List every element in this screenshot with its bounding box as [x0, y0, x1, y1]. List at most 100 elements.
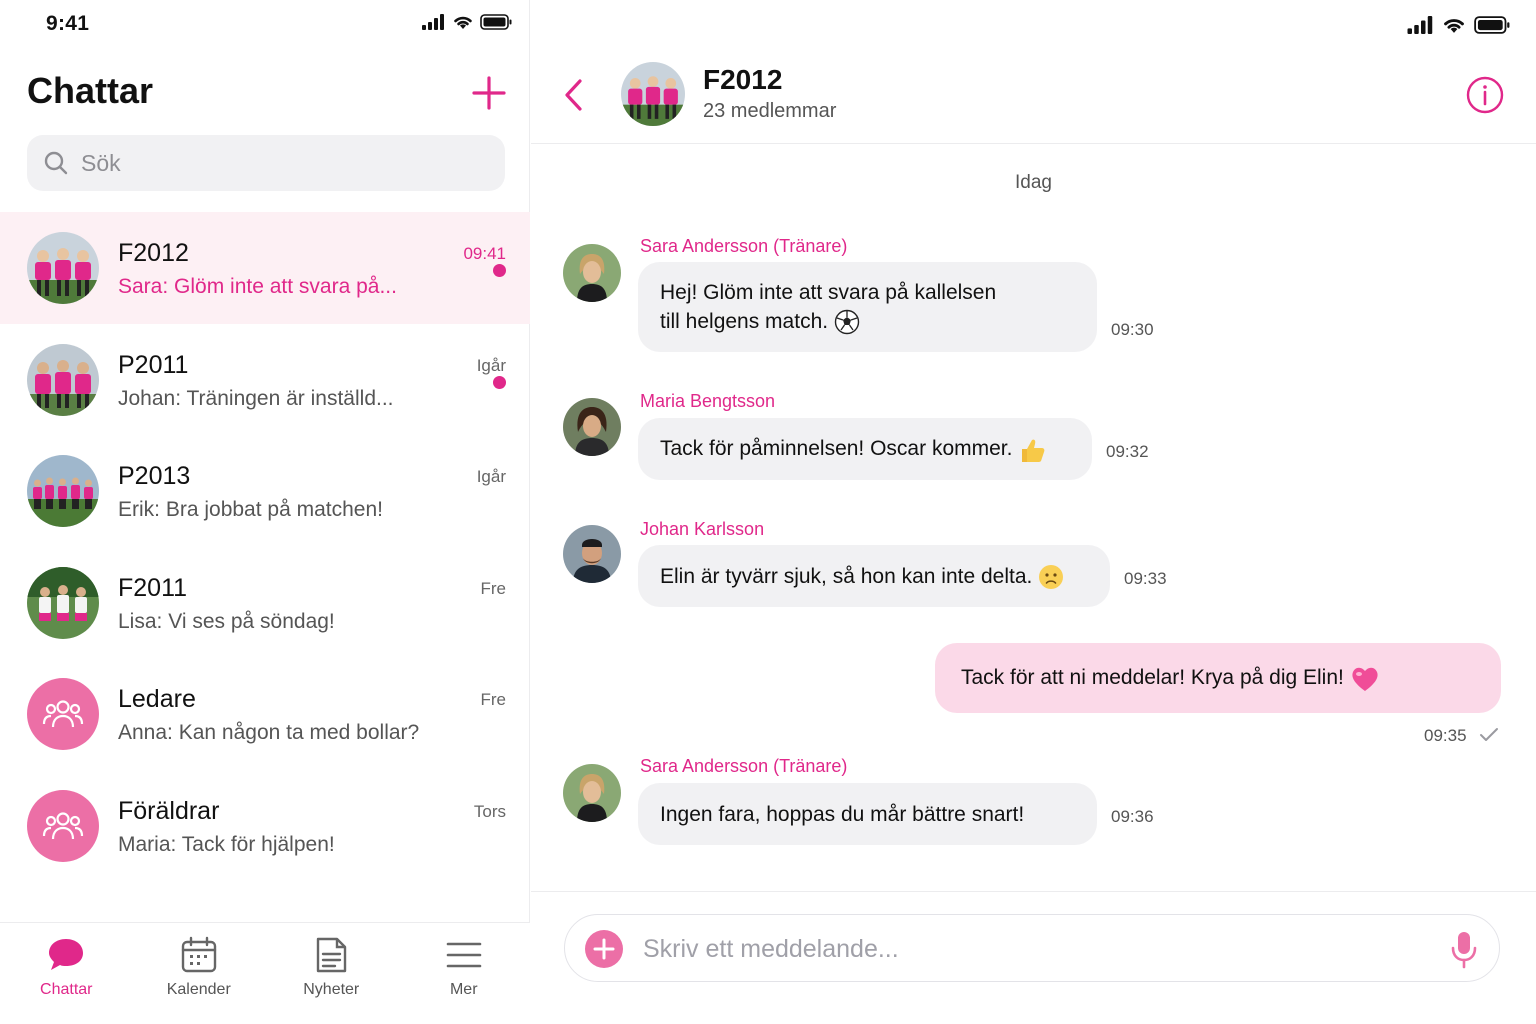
chat-preview: Erik: Bra jobbat på matchen!: [118, 498, 383, 521]
message-input[interactable]: [643, 929, 1403, 969]
chat-item-f2012[interactable]: F2012 Sara: Glöm inte att svara på... 09…: [0, 212, 530, 324]
unread-indicator: [493, 375, 506, 389]
message-time: 09:32: [1106, 442, 1149, 461]
tab-kalender[interactable]: Kalender: [133, 923, 266, 1024]
chat-item-p2011[interactable]: P2011 Johan: Träningen är inställd... Ig…: [0, 324, 530, 436]
chat-item-foraldrar[interactable]: Föräldrar Maria: Tack för hjälpen! Tors: [0, 770, 530, 882]
team-photo-avatar[interactable]: [621, 62, 685, 126]
chat-time: Fre: [480, 578, 507, 598]
chat-item-ledare[interactable]: Ledare Anna: Kan någon ta med bollar? Fr…: [0, 658, 530, 770]
chat-list: F2012 Sara: Glöm inte att svara på... 09…: [0, 212, 530, 881]
read-check-icon: [1480, 728, 1498, 741]
chat-preview: Johan: Träningen är inställd...: [118, 386, 394, 410]
chat-time: Igår: [476, 467, 506, 486]
info-button[interactable]: [1465, 75, 1505, 115]
team-photo-avatar: [27, 566, 99, 639]
message-time: 09:36: [1111, 807, 1154, 826]
message-time: 09:35: [1424, 726, 1467, 745]
chat-name: P2013: [118, 462, 191, 490]
chat-preview: Sara: Glöm inte att svara på...: [118, 275, 397, 298]
signal-icon: [1407, 16, 1433, 34]
wifi-icon: [454, 16, 472, 29]
chat-preview: Lisa: Vi ses på söndag!: [118, 609, 335, 633]
plus-icon: [593, 938, 615, 960]
chat-bubble-icon: [49, 939, 84, 970]
sender-avatar[interactable]: [563, 525, 621, 583]
message-composer: [564, 914, 1500, 982]
group-icon: [42, 811, 84, 839]
message-text: Tack för att ni meddelar! Krya på dig El…: [961, 666, 1344, 690]
plus-icon: [472, 76, 506, 110]
status-icons: [422, 14, 512, 30]
info-icon: [1466, 76, 1504, 114]
message-sender: Maria Bengtsson: [640, 391, 776, 411]
chat-time: Tors: [473, 801, 506, 821]
group-avatar: [27, 789, 99, 862]
page-title: Chattar: [27, 70, 154, 111]
tab-label: Nyheter: [303, 981, 360, 998]
attach-button[interactable]: [585, 930, 623, 968]
message-time: 09:33: [1124, 569, 1167, 588]
chat-time: Fre: [480, 690, 507, 709]
battery-icon: [1474, 16, 1510, 34]
search-bar[interactable]: [27, 135, 505, 191]
message-text: Elin är tyvärr sjuk, så hon kan inte del…: [660, 564, 1033, 588]
message-sender: Sara Andersson (Tränare): [640, 236, 848, 256]
chat-item-f2011[interactable]: F2011 Lisa: Vi ses på söndag! Fre: [0, 547, 530, 659]
conversation-header: F2012 23 medlemmar: [531, 0, 1536, 144]
search-icon: [44, 151, 68, 175]
message-bubble[interactable]: Hej! Glöm inte att svara på kallelsen ti…: [638, 262, 1097, 352]
chat-name: F2012: [118, 239, 189, 267]
message-bubble[interactable]: Tack för att ni meddelar! Krya på dig El…: [935, 643, 1501, 713]
chat-preview: Anna: Kan någon ta med bollar?: [118, 721, 420, 744]
chat-name: Ledare: [118, 685, 196, 713]
composer-area: [531, 891, 1536, 1024]
status-icons: [1407, 16, 1511, 34]
chat-list-pane: 9:41 Chattar F2012 Sara: Glöm inte att s…: [0, 0, 530, 1024]
new-chat-button[interactable]: [470, 74, 508, 112]
message-text: till helgens match.: [660, 310, 829, 333]
sad-face-icon: [1039, 564, 1064, 589]
message-text: Hej! Glöm inte att svara på kallelsen: [660, 281, 997, 304]
unread-indicator: [493, 264, 506, 277]
team-photo-avatar: [27, 343, 99, 416]
message-sender: Sara Andersson (Tränare): [640, 756, 848, 776]
message-sender: Johan Karlsson: [640, 519, 765, 539]
battery-icon: [480, 14, 512, 30]
message-text: Tack för påminnelsen! Oscar kommer.: [660, 437, 1013, 461]
chat-time: 09:41: [463, 244, 506, 263]
chat-item-p2013[interactable]: P2013 Erik: Bra jobbat på matchen! Igår: [0, 435, 530, 547]
sender-avatar[interactable]: [563, 398, 621, 456]
chat-name: P2011: [118, 350, 189, 379]
tab-mer[interactable]: Mer: [398, 923, 531, 1024]
menu-icon: [446, 942, 482, 968]
signal-icon: [422, 14, 444, 30]
message-bubble[interactable]: Ingen fara, hoppas du mår bättre snart!: [638, 783, 1097, 845]
chat-time: Igår: [476, 355, 506, 375]
chat-preview: Maria: Tack för hjälpen!: [118, 832, 335, 856]
sender-avatar[interactable]: [563, 764, 621, 822]
tab-chattar[interactable]: Chattar: [0, 923, 133, 1024]
microphone-icon: [1451, 932, 1477, 969]
sender-avatar[interactable]: [563, 244, 621, 302]
day-separator: Idag: [1015, 172, 1052, 193]
back-button[interactable]: [559, 76, 589, 114]
group-icon: [42, 700, 84, 728]
news-icon: [317, 937, 347, 973]
tab-label: Kalender: [166, 981, 231, 998]
message-bubble[interactable]: Elin är tyvärr sjuk, så hon kan inte del…: [638, 545, 1110, 607]
team-photo-avatar: [27, 232, 99, 304]
microphone-button[interactable]: [1449, 930, 1479, 970]
team-photo-avatar: [27, 455, 99, 527]
thumbs-up-icon: [1022, 439, 1045, 462]
soccer-ball-icon: [834, 310, 860, 335]
message-bubble[interactable]: Tack för påminnelsen! Oscar kommer.: [638, 418, 1092, 480]
message-time: 09:30: [1111, 320, 1154, 339]
pink-heart-icon: [1352, 667, 1378, 691]
search-input[interactable]: [81, 149, 461, 177]
chevron-left-icon: [565, 79, 582, 111]
tab-label: Chattar: [40, 981, 93, 998]
group-avatar: [27, 678, 99, 750]
tab-nyheter[interactable]: Nyheter: [265, 923, 398, 1024]
status-time: 9:41: [46, 12, 90, 35]
